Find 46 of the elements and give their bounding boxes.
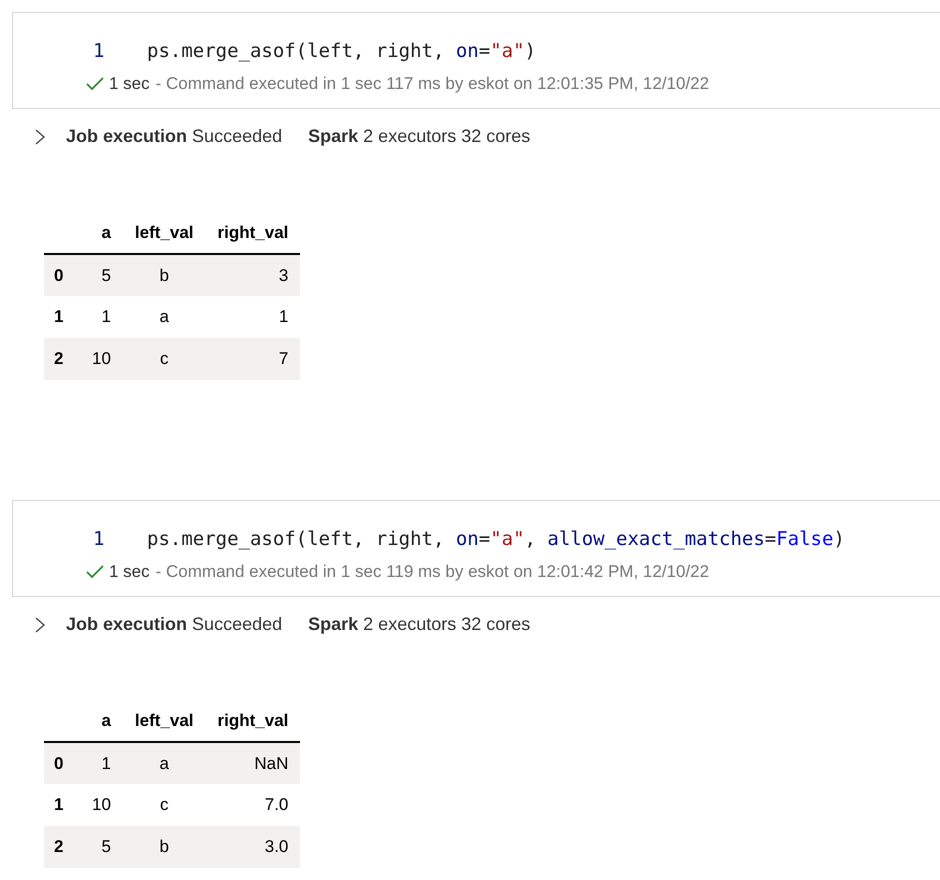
status-message: - Command executed in 1 sec 119 ms by eskot on 12:01:42 PM, 12/10/22 [156,561,710,583]
table-cell: 7.0 [206,784,300,826]
column-header: right_val [206,700,300,742]
table-cell: 3.0 [206,826,300,868]
table-cell: 1 [206,296,300,338]
code-line: ps.merge_asof(left, right, on="a", allow_exact_matches=False) [147,527,845,552]
table-cell: 3 [206,254,300,296]
table-cell: 10 [80,338,123,380]
duration-text: 1 sec [109,561,150,583]
table-cell: 7 [206,338,300,380]
column-header: a [80,212,123,254]
table-cell: c [122,784,206,826]
chevron-right-icon[interactable] [34,616,46,634]
column-header: right_val [206,212,300,254]
row-index: 0 [44,742,80,784]
table-cell: b [122,826,206,868]
chevron-right-icon[interactable] [34,128,46,146]
table-cell: a [122,742,206,784]
check-icon [85,564,105,580]
row-index: 0 [44,254,80,296]
row-index: 1 [44,296,80,338]
row-index: 1 [44,784,80,826]
line-number: 1 [93,527,106,552]
table-cell: 1 [80,296,123,338]
row-index: 2 [44,338,80,380]
row-index: 2 [44,826,80,868]
table-cell: c [122,338,206,380]
column-header: left_val [122,700,206,742]
spark-info: Spark 2 executors 32 cores [308,125,530,148]
job-execution-status: Job execution Succeeded [66,613,282,636]
code-line: ps.merge_asof(left, right, on="a") [147,39,536,64]
status-message: - Command executed in 1 sec 117 ms by eskot on 12:01:35 PM, 12/10/22 [156,73,710,95]
column-header: left_val [122,212,206,254]
table-cell: 1 [80,742,123,784]
line-number: 1 [93,39,106,64]
table-cell: a [122,296,206,338]
spark-info: Spark 2 executors 32 cores [308,613,530,636]
check-icon [85,76,105,92]
duration-text: 1 sec [109,73,150,95]
table-cell: 5 [80,254,123,296]
table-cell: 5 [80,826,123,868]
job-execution-status: Job execution Succeeded [66,125,282,148]
table-cell: b [122,254,206,296]
table-cell: NaN [206,742,300,784]
column-header: a [80,700,123,742]
table-cell: 10 [80,784,123,826]
